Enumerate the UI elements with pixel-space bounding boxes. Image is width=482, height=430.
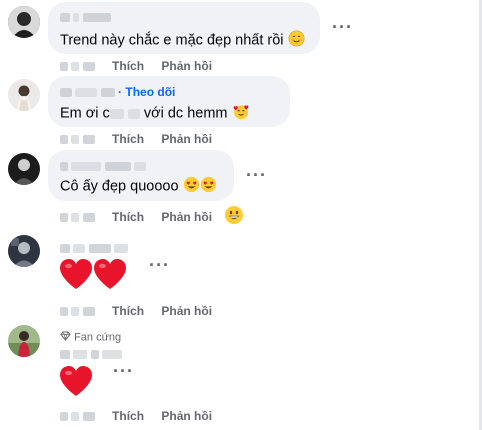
diamond-icon (60, 331, 71, 344)
more-options-button[interactable]: ··· (149, 256, 170, 274)
reply-button[interactable]: Phản hồi (161, 59, 212, 73)
grinning-face-icon[interactable] (224, 205, 244, 230)
comment-author[interactable] (60, 241, 129, 255)
avatar[interactable] (8, 235, 40, 267)
more-options-button[interactable]: ··· (246, 166, 267, 184)
reply-button[interactable]: Phản hồi (161, 409, 212, 423)
like-button[interactable]: Thích (112, 409, 144, 423)
like-button[interactable]: Thích (112, 59, 144, 73)
comment-author[interactable] (60, 159, 147, 173)
smiling-face-with-hearts-icon (232, 103, 250, 124)
more-options-button[interactable]: ··· (332, 18, 353, 36)
comment-author[interactable] (60, 347, 123, 361)
comment-actions: Thích Phản hồi (60, 132, 226, 146)
like-button[interactable]: Thích (112, 210, 144, 224)
reply-button[interactable]: Phản hồi (161, 210, 212, 224)
comment-actions: Thích Phản hồi (60, 304, 226, 318)
like-button[interactable]: Thích (112, 304, 144, 318)
timestamp[interactable] (60, 210, 95, 224)
reply-button[interactable]: Phản hồi (161, 304, 212, 318)
timestamp[interactable] (60, 59, 95, 73)
comment-text: Em ơi c với dc hemm (60, 103, 250, 124)
timestamp[interactable] (60, 409, 95, 423)
smiling-face-icon (288, 30, 305, 51)
timestamp[interactable] (60, 132, 95, 146)
follow-link[interactable]: · Theo dõi (118, 85, 175, 99)
comment-actions: Thích Phản hồi (60, 210, 226, 224)
avatar[interactable] (8, 325, 40, 357)
avatar[interactable] (8, 79, 40, 111)
comment-text: Cô ấy đẹp quoooo (60, 176, 217, 197)
like-button[interactable]: Thích (112, 132, 144, 146)
comment-text: Trend này chắc e mặc đẹp nhất rồi (60, 30, 305, 51)
comment-author[interactable]: · Theo dõi (60, 85, 175, 99)
heart-icon (59, 258, 93, 295)
timestamp[interactable] (60, 304, 95, 318)
comment-author[interactable] (60, 10, 111, 24)
heart-icon (93, 258, 127, 295)
comment-actions: Thích Phản hồi (60, 409, 226, 423)
reply-button[interactable]: Phản hồi (161, 132, 212, 146)
more-options-button[interactable]: ··· (113, 362, 134, 380)
heart-eyes-icon (200, 176, 217, 197)
comment-actions: Thích Phản hồi (60, 59, 226, 73)
fan-badge[interactable]: Fan cứng (60, 331, 121, 344)
avatar[interactable] (8, 6, 40, 38)
avatar[interactable] (8, 153, 40, 185)
heart-icon (59, 365, 93, 402)
heart-eyes-icon (183, 176, 200, 197)
